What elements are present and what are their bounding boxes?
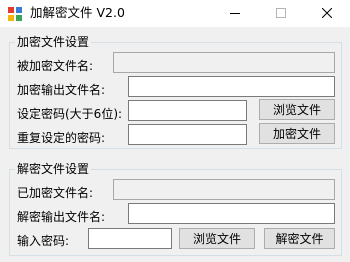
minimize-icon [230,13,240,14]
decrypt-browse-button[interactable]: 浏览文件 [179,228,255,249]
decrypt-file-button[interactable]: 解密文件 [264,228,335,249]
decrypt-source-label: 已加密文件名: [17,186,94,200]
decrypt-source-field[interactable] [113,179,335,200]
encrypt-group-legend: 加密文件设置 [15,34,92,50]
enter-password-label: 输入密码: [17,234,70,248]
close-button[interactable] [304,0,350,27]
app-icon[interactable] [7,6,23,22]
confirm-password-field[interactable] [128,124,247,145]
confirm-password-label: 重复设定的密码: [17,131,106,145]
encrypt-output-label: 加密输出文件名: [17,83,106,97]
enter-password-field[interactable] [88,228,172,249]
set-password-field[interactable] [128,100,247,121]
encrypt-source-field[interactable] [113,52,335,73]
decrypt-output-label: 解密输出文件名: [17,210,106,224]
set-password-label: 设定密码(大于6位): [17,107,123,121]
maximize-button[interactable] [258,0,304,27]
decrypt-group-legend: 解密文件设置 [15,161,92,177]
encrypt-browse-button[interactable]: 浏览文件 [259,99,335,120]
title-bar[interactable]: 加解密文件 V2.0 [0,0,350,27]
decrypt-output-field[interactable] [128,203,335,224]
encrypt-source-label: 被加密文件名: [17,59,94,73]
minimize-button[interactable] [212,0,258,27]
maximize-icon [276,8,286,18]
app-window: 加解密文件 V2.0 加密文件设置 被加密文件名: 加密输出文件名: 设定密码(… [0,0,350,262]
encrypt-output-field[interactable] [128,76,335,97]
window-title: 加解密文件 V2.0 [30,5,125,20]
close-icon [322,8,332,18]
encrypt-file-button[interactable]: 加密文件 [259,123,335,144]
